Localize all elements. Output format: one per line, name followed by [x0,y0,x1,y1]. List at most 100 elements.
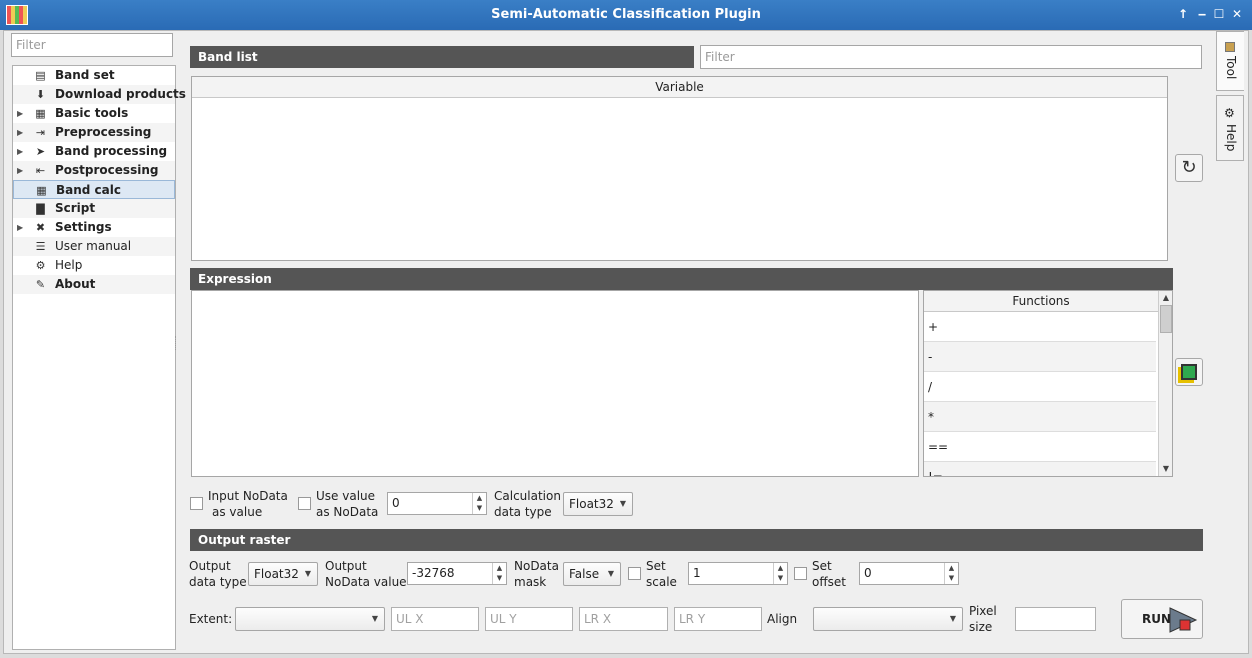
set-scale-checkbox[interactable] [628,567,641,580]
expand-arrow-icon[interactable]: ▶ [17,123,23,142]
scroll-up-icon[interactable]: ▲ [1159,291,1172,305]
sidebar-item-download-products[interactable]: ⬇ Download products [13,85,186,104]
tab-tool-label: Tool [1224,56,1238,80]
use-value-nodata-checkbox[interactable] [298,497,311,510]
offset-value: 0 [864,566,872,580]
functions-scrollbar[interactable]: ▲ ▼ [1158,291,1172,476]
function-item[interactable]: != [924,462,1156,476]
sidebar-item-label: Band set [55,68,115,82]
scroll-down-icon[interactable]: ▼ [1159,462,1172,476]
calc-type-label-1: Calculation [494,489,561,503]
sidebar-item-band-processing[interactable]: ▶ ➤ Band processing [13,142,175,161]
offset-spinbox[interactable]: 0 ▲ ▼ [859,562,959,585]
output-raster-header: Output raster [190,529,1203,551]
scale-value: 1 [693,566,701,580]
sidebar-item-label: User manual [55,239,132,253]
output-data-type-select[interactable]: Float32 ▼ [248,562,318,586]
function-item[interactable]: == [924,432,1156,462]
sidebar-filter-input[interactable]: Filter [11,33,173,57]
calc-data-type-select[interactable]: Float32 ▼ [563,492,633,516]
output-data-type-value: Float32 [254,567,299,581]
expression-header: Expression [190,268,1173,290]
side-tabs: Tool ⚙ Help [1216,31,1246,651]
keep-above-button[interactable]: ↑ [1175,6,1191,22]
sidebar-item-settings[interactable]: ▶ ✖ Settings [13,218,175,237]
functions-column-header[interactable]: Functions [924,291,1158,312]
scale-spinbox[interactable]: 1 ▲ ▼ [688,562,788,585]
chevron-down-icon: ▼ [607,569,614,578]
sidebar-item-label: Preprocessing [55,125,152,139]
sidebar-item-user-manual[interactable]: ☰ User manual [13,237,175,256]
function-item[interactable]: / [924,372,1156,402]
lr-y-input[interactable]: LR Y [674,607,762,631]
import-expression-button[interactable] [1175,358,1203,386]
expand-arrow-icon[interactable]: ▶ [17,142,23,161]
calc-data-type-value: Float32 [569,497,614,511]
function-item[interactable]: * [924,402,1156,432]
variable-column-header[interactable]: Variable [192,77,1167,98]
tab-tool[interactable]: Tool [1216,31,1244,91]
sidebar-item-band-set[interactable]: ▤ Band set [13,66,175,85]
plugin-window: Filter ▤ Band set ⬇ Download products ▶ … [3,30,1249,654]
nodata-mask-select[interactable]: False ▼ [563,562,621,586]
nodata-value-spinbox[interactable]: 0 ▲ ▼ [387,492,487,515]
sidebar-item-help[interactable]: ⚙ Help [13,256,175,275]
sidebar-item-about[interactable]: ✎ About [13,275,175,294]
spin-down-icon[interactable]: ▼ [773,573,787,584]
download-icon: ⬇ [35,88,46,101]
spin-down-icon[interactable]: ▼ [472,503,486,514]
band-list-filter-input[interactable]: Filter [700,45,1202,69]
sidebar-item-label: Settings [55,220,112,234]
set-scale-label-1: Set [646,559,666,573]
tool-icon [1225,42,1235,52]
scrollbar-thumb[interactable] [1160,305,1172,333]
refresh-icon: ↻ [1181,157,1197,178]
output-data-type-label-1: Output [189,559,231,573]
run-button[interactable]: RUN [1121,599,1203,639]
band-list-table[interactable]: Variable [191,76,1168,261]
minimize-button[interactable]: ‒ [1194,6,1210,22]
nodata-value: 0 [392,496,400,510]
set-offset-checkbox[interactable] [794,567,807,580]
extent-select[interactable]: ▼ [235,607,385,631]
sidebar-item-label: Band processing [55,144,168,158]
script-icon: ▇ [36,202,45,215]
about-icon: ✎ [35,278,46,291]
sidebar-item-script[interactable]: ▇ Script [13,199,175,218]
close-button[interactable]: ✕ [1229,6,1245,22]
ul-x-input[interactable]: UL X [391,607,479,631]
tab-help[interactable]: ⚙ Help [1216,95,1244,161]
tool-tree: ▤ Band set ⬇ Download products ▶ ▦ Basic… [12,65,186,650]
postprocessing-icon: ⇤ [35,164,46,177]
nodata-mask-value: False [569,567,600,581]
spin-down-icon[interactable]: ▼ [492,573,506,584]
align-select[interactable]: ▼ [813,607,963,631]
calc-type-label-2: data type [494,505,552,519]
sidebar-item-preprocessing[interactable]: ▶ ⇥ Preprocessing [13,123,175,142]
ul-y-input[interactable]: UL Y [485,607,573,631]
band-list-header: Band list [190,46,694,68]
expression-textarea[interactable] [191,290,919,477]
sidebar-item-band-calc[interactable]: ▦ Band calc [13,180,175,199]
expand-arrow-icon[interactable]: ▶ [17,104,23,123]
maximize-button[interactable]: ☐ [1211,6,1227,22]
output-nodata-spinbox[interactable]: -32768 ▲ ▼ [407,562,507,585]
input-nodata-checkbox[interactable] [190,497,203,510]
spin-down-icon[interactable]: ▼ [944,573,958,584]
output-nodata-label-1: Output [325,559,367,573]
band-calc-icon: ▦ [36,184,47,197]
expand-arrow-icon[interactable]: ▶ [17,218,23,237]
pixel-size-input[interactable] [1015,607,1096,631]
functions-list[interactable]: Functions + - / * == != ▲ ▼ [923,290,1173,477]
function-item[interactable]: + [924,312,1156,342]
splitter-handle[interactable] [175,336,179,350]
lr-x-input[interactable]: LR X [579,607,668,631]
set-scale-label-2: scale [646,575,677,589]
expand-arrow-icon[interactable]: ▶ [17,161,23,180]
sidebar-item-basic-tools[interactable]: ▶ ▦ Basic tools [13,104,175,123]
set-offset-label-2: offset [812,575,846,589]
function-item[interactable]: - [924,342,1156,372]
sidebar-item-postprocessing[interactable]: ▶ ⇤ Postprocessing [13,161,175,180]
reset-button[interactable]: ↻ [1175,154,1203,182]
run-icon [1169,607,1198,633]
